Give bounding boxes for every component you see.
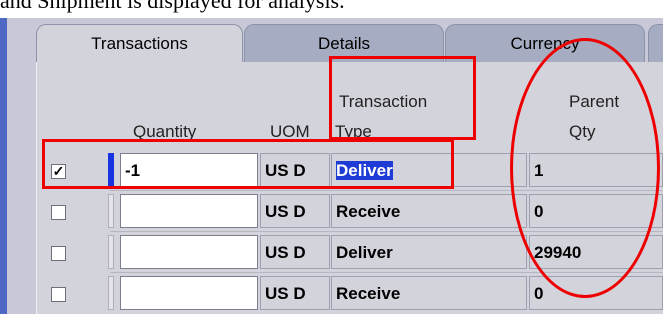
quantity-field[interactable]	[120, 194, 258, 228]
caption-text: and Shipment is displayed for analysis.	[0, 0, 345, 13]
transaction-type-value: Receive	[336, 202, 401, 221]
uom-field[interactable]: US D	[260, 235, 330, 269]
transaction-type-field[interactable]: Receive	[331, 276, 527, 310]
tab-transactions-label: Transactions	[91, 34, 188, 53]
row-select-checkbox[interactable]	[51, 246, 66, 261]
uom-value: US D	[265, 243, 306, 262]
record-indicator	[108, 194, 114, 228]
uom-value: US D	[265, 202, 306, 221]
annotation-box-selected-row	[42, 139, 454, 189]
transaction-type-value: Receive	[336, 284, 401, 303]
uom-value: US D	[265, 284, 306, 303]
record-indicator	[108, 276, 114, 310]
caption-strip: and Shipment is displayed for analysis.	[0, 0, 663, 18]
transaction-type-value: Deliver	[336, 243, 393, 262]
uom-field[interactable]: US D	[260, 276, 330, 310]
transaction-type-field[interactable]: Deliver	[331, 235, 527, 269]
uom-field[interactable]: US D	[260, 194, 330, 228]
row-select-checkbox[interactable]	[51, 287, 66, 302]
window-left-border	[0, 18, 7, 314]
tab-details-label: Details	[318, 34, 370, 53]
annotation-box-transaction-type-header	[329, 56, 476, 140]
quantity-field[interactable]	[120, 235, 258, 269]
record-indicator	[108, 235, 114, 269]
tab-transactions[interactable]: Transactions	[36, 24, 243, 64]
quantity-field[interactable]	[120, 276, 258, 310]
row-select-checkbox[interactable]	[51, 205, 66, 220]
annotation-ellipse-parent-qty	[510, 38, 660, 298]
parent-qty-value: 0	[534, 284, 544, 303]
tab-next-partial[interactable]	[648, 24, 663, 62]
transaction-type-field[interactable]: Receive	[331, 194, 527, 228]
